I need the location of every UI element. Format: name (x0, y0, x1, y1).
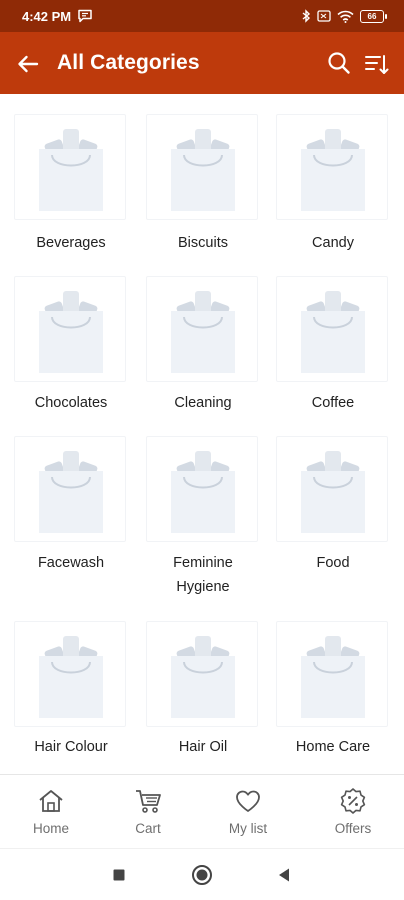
category-label-line1: Feminine (173, 555, 233, 571)
shopping-bag-icon (171, 451, 235, 533)
cart-icon (136, 790, 161, 813)
nav-item-home[interactable]: Home (1, 775, 101, 849)
message-icon (78, 9, 92, 23)
category-label: Coffee (311, 395, 355, 411)
wifi-icon (337, 10, 354, 23)
page-title: All Categories (57, 51, 200, 74)
back-triangle-icon[interactable] (272, 863, 296, 887)
category-label: Chocolates (34, 395, 108, 411)
category-placeholder-image (276, 276, 388, 382)
category-label: Feminine Hygiene (138, 551, 268, 599)
category-label-line2: Hygiene (176, 579, 230, 595)
shopping-bag-icon (171, 291, 235, 373)
bottom-nav: Home Cart My list Offers (0, 774, 404, 848)
category-label: Cleaning (174, 395, 232, 411)
shopping-bag-icon (301, 291, 365, 373)
nav-label-home: Home (32, 821, 69, 836)
battery-icon: 66 (360, 9, 387, 23)
shopping-bag-icon (39, 636, 103, 718)
search-icon[interactable] (326, 50, 352, 76)
category-label: Facewash (37, 555, 105, 571)
category-label: Beverages (36, 235, 106, 251)
shopping-bag-icon (39, 129, 103, 211)
category-grid: Beverages Biscuits Candy Chocolates Clea… (0, 94, 404, 774)
status-right: 66 (302, 9, 387, 23)
sim-icon (317, 10, 331, 22)
category-placeholder-image (146, 436, 258, 542)
offer-badge-icon (340, 788, 366, 814)
category-label: Home Care (295, 739, 371, 755)
nav-item-offers[interactable]: Offers (303, 775, 403, 849)
status-time: 4:42 PM (22, 8, 72, 24)
back-arrow-icon[interactable] (14, 50, 42, 78)
shopping-bag-icon (301, 451, 365, 533)
shopping-bag-icon (171, 129, 235, 211)
category-placeholder-image (146, 621, 258, 727)
status-left: 4:42 PM (22, 9, 93, 24)
category-placeholder-image (276, 621, 388, 727)
nav-label-offers: Offers (334, 821, 372, 836)
home-circle-icon[interactable] (190, 863, 214, 887)
app-bar: All Categories (0, 32, 404, 94)
shopping-bag-icon (301, 129, 365, 211)
recents-square-icon[interactable] (107, 863, 131, 887)
category-label: Biscuits (178, 235, 228, 251)
category-label: Food (316, 555, 350, 571)
system-nav-bar (0, 848, 404, 900)
category-placeholder-image (276, 436, 388, 542)
status-bar: 4:42 PM 66 (0, 0, 404, 32)
nav-item-cart[interactable]: Cart (98, 775, 198, 849)
category-placeholder-image (146, 114, 258, 220)
sort-icon[interactable] (362, 50, 390, 78)
nav-item-my-list[interactable]: My list (198, 775, 298, 849)
shopping-bag-icon (39, 291, 103, 373)
nav-label-cart: Cart (135, 821, 161, 836)
shopping-bag-icon (39, 451, 103, 533)
category-placeholder-image (14, 436, 126, 542)
category-placeholder-image (14, 114, 126, 220)
shopping-bag-icon (301, 636, 365, 718)
category-placeholder-image (146, 276, 258, 382)
shopping-bag-icon (171, 636, 235, 718)
home-icon (39, 790, 63, 812)
category-placeholder-image (14, 276, 126, 382)
category-placeholder-image (14, 621, 126, 727)
bluetooth-icon (302, 9, 311, 23)
category-label: Hair Colour (34, 739, 108, 755)
category-label: Candy (312, 235, 354, 251)
heart-icon (236, 790, 260, 812)
nav-label-my-list: My list (228, 821, 268, 836)
category-placeholder-image (276, 114, 388, 220)
category-label: Hair Oil (178, 739, 228, 755)
